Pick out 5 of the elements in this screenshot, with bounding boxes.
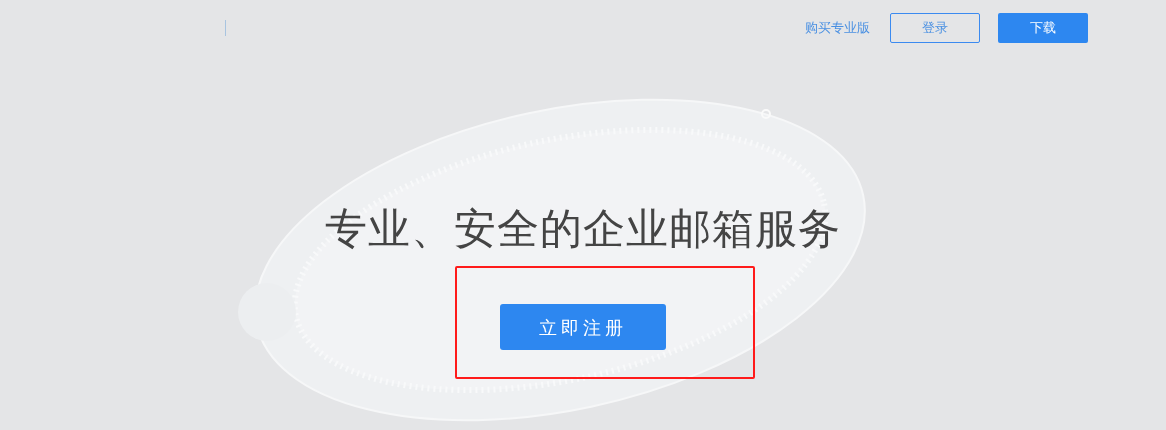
buy-pro-link[interactable]: 购买专业版 xyxy=(805,17,870,38)
register-button[interactable]: 立即注册 xyxy=(500,304,666,350)
download-button[interactable]: 下载 xyxy=(998,12,1088,43)
login-button[interactable]: 登录 xyxy=(890,12,980,43)
hero-title: 专业、安全的企业邮箱服务 xyxy=(325,203,841,255)
